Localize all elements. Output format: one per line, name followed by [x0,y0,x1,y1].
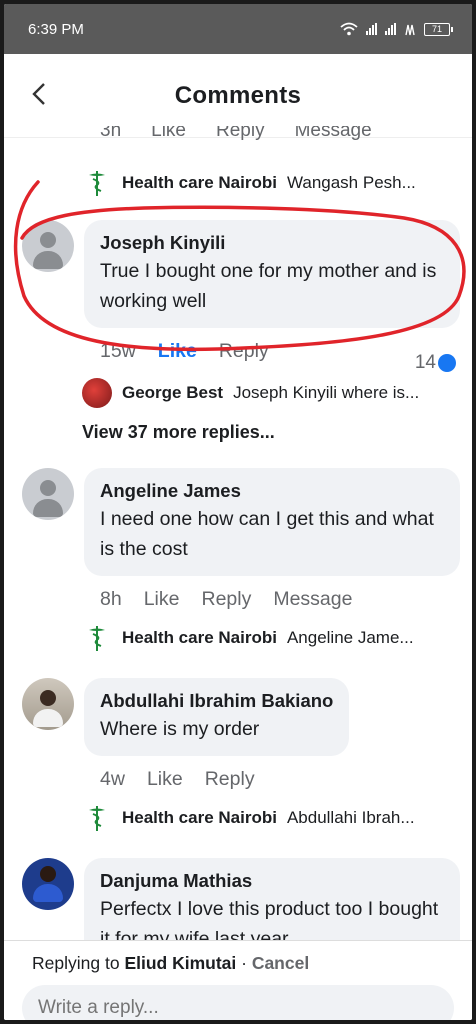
reply-snippet: Angeline Jame... [286,628,414,647]
comment-actions: 8h Like Reply Message [100,588,460,611]
mute-icon [405,24,415,35]
like-button[interactable]: Like [147,768,183,791]
page-title: Comments [174,81,302,109]
comment-author[interactable]: Angeline James [100,478,444,504]
like-button[interactable]: Like [158,340,197,363]
cut-reply[interactable]: Reply [216,126,265,142]
comment-text: Where is my order [100,718,260,740]
status-time: 6:39 PM [28,20,84,38]
comment-bubble[interactable]: Angeline James I need one how can I get … [84,468,460,576]
status-bar: 6:39 PM 71 [4,4,472,54]
comment-text: True I bought one for my mother and is w… [100,260,437,312]
comment-text: I need one how can I get this and what i… [100,508,434,560]
reply-input[interactable] [22,985,454,1020]
signal-icon [366,23,377,35]
comment-author[interactable]: Danjuma Mathias [100,868,444,894]
comment-actions: 15w Like Reply [100,340,460,363]
reply-author[interactable]: Health care Nairobi [122,173,277,193]
reply-preview[interactable]: Health care Nairobi Angeline Jame... [82,623,460,653]
cut-like[interactable]: Like [151,126,186,142]
caduceus-icon [82,623,112,653]
like-reaction-icon [438,354,456,372]
comment-author[interactable]: Joseph Kinyili [100,230,444,256]
status-icons: 71 [340,22,453,36]
reply-author[interactable]: George Best [122,383,223,403]
comments-list[interactable]: 3h Like Reply Message Health care Nairob… [4,126,472,940]
comment: Joseph Kinyili True I bought one for my … [22,220,460,373]
view-more-replies[interactable]: View 37 more replies... [82,422,275,443]
comment-time: 15w [100,340,136,362]
avatar[interactable] [22,858,74,910]
avatar[interactable] [22,678,74,730]
replying-to-bar: Replying to Eliud Kimutai · Cancel [32,953,309,974]
message-button[interactable]: Message [273,588,352,611]
comment-time: 8h [100,588,122,610]
like-button[interactable]: Like [144,588,180,611]
comment-time: 4w [100,768,125,790]
reply-button[interactable]: Reply [201,588,251,611]
reply-author[interactable]: Health care Nairobi [122,808,277,828]
reply-button[interactable]: Reply [219,340,269,363]
replying-to-name: Eliud Kimutai [124,953,237,973]
wifi-icon [340,22,358,36]
reply-snippet: Abdullahi Ibrah... [286,808,415,827]
comment-text: Perfectx I love this product too I bough… [100,898,439,940]
signal-2-icon [385,23,396,35]
back-arrow-icon[interactable] [32,82,46,113]
cut-time: 3h [100,126,122,141]
cut-off-actions: 3h Like Reply Message [100,126,372,142]
comment-author[interactable]: Abdullahi Ibrahim Bakiano [100,688,333,714]
phone-screen: 6:39 PM 71 Comments 3h Like Reply Messag… [4,4,472,1020]
comment: Abdullahi Ibrahim Bakiano Where is my or… [22,678,460,791]
comment: Danjuma Mathias Perfectx I love this pro… [22,858,460,940]
caduceus-icon [82,803,112,833]
replying-prefix: Replying to [32,953,120,973]
comment-bubble[interactable]: Abdullahi Ibrahim Bakiano Where is my or… [84,678,350,756]
reply-footer: Replying to Eliud Kimutai · Cancel [4,940,472,1020]
reply-button[interactable]: Reply [205,768,255,791]
reply-snippet: Wangash Pesh... [286,173,416,192]
reply-author[interactable]: Health care Nairobi [122,628,277,648]
battery-icon: 71 [424,22,453,36]
avatar[interactable] [22,220,74,272]
reply-preview[interactable]: George Best Joseph Kinyili where is... [82,378,460,408]
avatar [82,378,112,408]
caduceus-icon [82,168,112,198]
battery-level: 71 [431,24,442,34]
comment-bubble[interactable]: Danjuma Mathias Perfectx I love this pro… [84,858,460,940]
reply-snippet: Joseph Kinyili where is... [233,383,420,402]
comment-actions: 4w Like Reply [100,768,460,791]
cancel-reply-button[interactable]: Cancel [252,953,309,973]
reply-preview[interactable]: Health care Nairobi Abdullahi Ibrah... [82,803,460,833]
separator: · [236,953,252,973]
comment-bubble[interactable]: Joseph Kinyili True I bought one for my … [84,220,460,328]
cut-message[interactable]: Message [295,126,372,142]
reply-preview[interactable]: Health care Nairobi Wangash Pesh... [82,168,460,198]
avatar[interactable] [22,468,74,520]
reaction-count[interactable]: 14 [415,352,456,374]
comment: Angeline James I need one how can I get … [22,468,460,611]
reaction-number: 14 [414,352,436,373]
